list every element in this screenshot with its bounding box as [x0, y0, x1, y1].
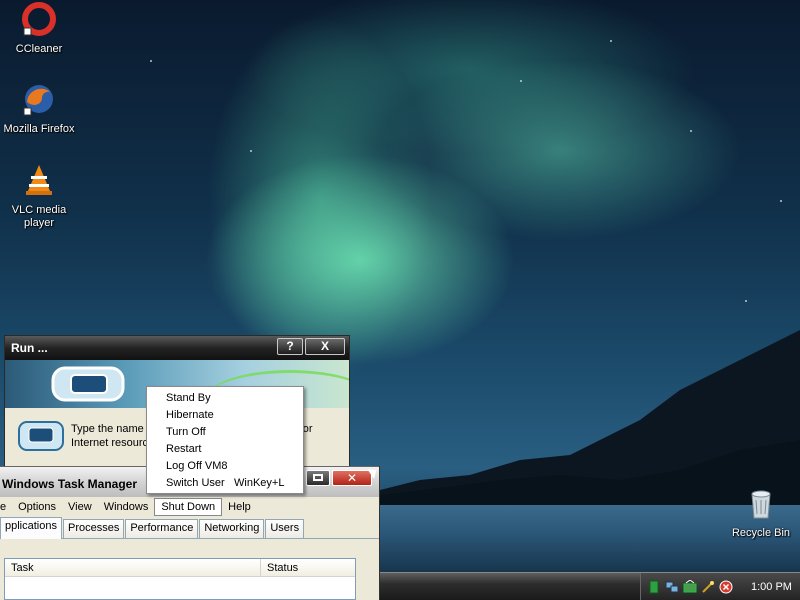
- menu-item-label: Hibernate: [166, 409, 214, 421]
- task-manager-tabs: pplications Processes Performance Networ…: [0, 517, 379, 539]
- menu-view[interactable]: View: [62, 498, 98, 516]
- menu-item-stand-by[interactable]: Stand By: [147, 390, 303, 407]
- ccleaner-icon: [22, 2, 56, 36]
- star: [780, 200, 782, 202]
- tab-networking[interactable]: Networking: [199, 519, 265, 538]
- tab-users[interactable]: Users: [265, 519, 305, 538]
- task-manager-title: Windows Task Manager: [2, 477, 138, 491]
- maximize-button[interactable]: [306, 470, 330, 486]
- star: [150, 60, 152, 62]
- desktop-icon-label: Recycle Bin: [731, 527, 791, 539]
- menu-item-turn-off[interactable]: Turn Off: [147, 424, 303, 441]
- vlc-icon: [26, 165, 52, 195]
- task-list-header: Task Status: [5, 559, 355, 577]
- menu-item-hibernate[interactable]: Hibernate: [147, 407, 303, 424]
- recycle-bin-icon: [751, 490, 771, 519]
- tab-applications[interactable]: pplications: [0, 517, 62, 539]
- column-task[interactable]: Task: [5, 559, 261, 576]
- menu-shut-down[interactable]: Shut Down: [154, 498, 223, 516]
- run-dialog-titlebar[interactable]: Run ... ? X: [5, 336, 349, 360]
- help-button[interactable]: ?: [277, 338, 303, 355]
- task-manager-menubar: e Options View Windows Shut Down Help: [0, 497, 379, 517]
- security-alert-icon[interactable]: [719, 580, 733, 594]
- shut-down-menu: Stand By Hibernate Turn Off Restart Log …: [146, 386, 304, 494]
- maximize-icon: [313, 474, 323, 481]
- close-button[interactable]: X: [305, 338, 345, 355]
- desktop-icon-ccleaner[interactable]: CCleaner: [0, 2, 78, 56]
- network-activity-icon[interactable]: [683, 580, 697, 594]
- tab-performance[interactable]: Performance: [125, 519, 199, 538]
- wand-icon[interactable]: [701, 580, 715, 594]
- star: [610, 40, 612, 42]
- run-banner-icon: [51, 366, 125, 402]
- tab-processes[interactable]: Processes: [62, 519, 125, 538]
- star: [520, 80, 522, 82]
- system-tray: 1:00 PM: [640, 573, 800, 600]
- column-status[interactable]: Status: [261, 559, 351, 576]
- run-dialog-title: Run ...: [11, 341, 48, 355]
- window-edge: [370, 540, 378, 600]
- task-list[interactable]: Task Status: [4, 558, 356, 600]
- menu-item-label: Stand By: [166, 392, 211, 404]
- menu-windows[interactable]: Windows: [98, 498, 155, 516]
- menu-item-label: Restart: [166, 443, 202, 455]
- clock[interactable]: 1:00 PM: [751, 581, 792, 593]
- menu-item-label: Switch User: [166, 477, 225, 489]
- menu-item-shortcut: WinKey+L: [234, 477, 285, 489]
- desktop-icon-label: VLC media player: [11, 204, 67, 229]
- desktop-icon-vlc[interactable]: VLC media player: [0, 163, 78, 230]
- firefox-icon: [23, 85, 53, 116]
- menu-help[interactable]: Help: [222, 498, 257, 516]
- menu-item-restart[interactable]: Restart: [147, 441, 303, 458]
- task-manager-close-button[interactable]: ✕: [332, 470, 372, 486]
- desktop-icon-label: Mozilla Firefox: [3, 123, 75, 135]
- star: [250, 150, 252, 152]
- desktop-icon-firefox[interactable]: Mozilla Firefox: [0, 82, 78, 136]
- desktop-icon-label: CCleaner: [15, 43, 63, 55]
- menu-item-switch-user[interactable]: Switch User WinKey+L: [147, 475, 303, 492]
- network-icon[interactable]: [665, 580, 679, 594]
- menu-options[interactable]: Options: [12, 498, 62, 516]
- menu-item-label: Turn Off: [166, 426, 206, 438]
- run-icon: [18, 421, 64, 451]
- desktop-icon-recycle-bin[interactable]: Recycle Bin: [722, 486, 800, 540]
- green-device-icon[interactable]: [647, 580, 661, 594]
- taskbar: 1:00 PM: [380, 572, 800, 600]
- star: [745, 300, 747, 302]
- menu-item-label: Log Off VM8: [166, 460, 228, 472]
- menu-item-log-off[interactable]: Log Off VM8: [147, 458, 303, 475]
- menu-file[interactable]: e: [0, 498, 12, 516]
- star: [690, 130, 692, 132]
- close-icon: ✕: [346, 471, 358, 485]
